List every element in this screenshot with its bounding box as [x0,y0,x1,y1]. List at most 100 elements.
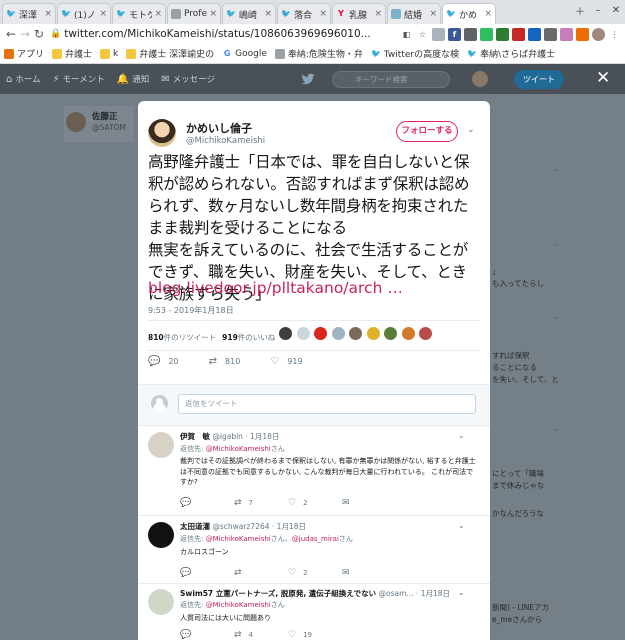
retweet-action[interactable]: ⇄ 4 [234,630,288,640]
browser-tab[interactable]: 🐦 (1)ノ × [57,3,111,24]
chevron-down-icon[interactable]: ⌄ [458,588,465,597]
chevron-down-icon[interactable]: ⌄ [467,125,475,135]
bookmark-item[interactable]: G Google [222,49,267,59]
forward-icon[interactable]: → [18,27,32,41]
browser-tab[interactable]: 🐦 嶋崎 × [222,3,276,24]
like-action[interactable]: ♡ 19 [288,630,342,640]
extension-icon[interactable] [576,27,589,41]
avatar[interactable] [148,432,174,458]
bookmark-item[interactable]: アプリ [4,47,44,60]
bookmark-item[interactable]: 🐦 奉納\さらば弁護士 [467,47,555,61]
bookmark-item[interactable]: 弁護士 [52,47,92,60]
reply-tweet[interactable]: Swim57 立憲パートナーズ, 脱原発, 遺伝子組換えでない @osam...… [138,584,490,640]
avatar[interactable] [148,522,174,548]
close-window-icon[interactable]: ✕ [608,2,624,18]
tweet-timestamp[interactable]: 9:53 - 2019年1月18日 [148,305,234,316]
bookmark-item[interactable]: k [100,48,118,59]
avatar[interactable] [418,326,433,341]
close-tab-icon[interactable]: × [264,9,272,19]
dm-action[interactable]: ✉ [342,498,396,508]
tweet-link[interactable]: blog.livedoor.jp/plltakano/arch … [148,279,403,297]
reply-action[interactable]: 💬 [180,630,234,640]
reply-action[interactable]: 💬 [180,498,234,508]
avatar[interactable] [348,326,363,341]
evernote-icon[interactable] [480,27,493,41]
close-tab-icon[interactable]: × [484,9,492,19]
close-tab-icon[interactable]: × [44,9,52,19]
avatar[interactable] [148,589,174,615]
nav-moments[interactable]: ⚡ モーメント [53,73,105,86]
reply-action[interactable]: 💬 20 [148,356,179,367]
facebook-icon[interactable]: f [448,27,461,41]
reload-icon[interactable]: ↻ [32,27,46,41]
reply-author[interactable]: 太田道灌 @schwarz7264 · 1月18日 [180,521,306,532]
extension-icon[interactable] [512,27,525,41]
close-tab-icon[interactable]: × [154,9,162,19]
avatar[interactable] [472,71,488,87]
chevron-down-icon[interactable]: ⌄ [458,521,465,530]
chevron-down-icon[interactable]: ⌄ [458,431,465,440]
like-action[interactable]: ♡ 919 [270,356,302,367]
nav-messages[interactable]: ✉ メッセージ [161,73,215,86]
reply-author[interactable]: Swim57 立憲パートナーズ, 脱原発, 遺伝子組換えでない @osam...… [180,588,452,599]
menu-icon[interactable]: ⋮ [608,28,621,41]
zoom-icon[interactable]: ◧ [400,28,413,41]
close-modal-icon[interactable]: ✕ [596,70,610,87]
mention-link[interactable]: @judas_mirai [292,535,339,543]
username[interactable]: @MichikoKameishi [186,136,265,146]
retweet-action[interactable]: ⇄ 810 [209,356,241,367]
bookmark-item[interactable]: 🐦 Twitterの高度な検 [371,47,459,61]
extension-icon[interactable] [528,27,541,41]
reply-tweet[interactable]: 伊賀 敏 @igabin · 1月18日 ⌄ 返信先: @MichikoKame… [138,426,490,516]
browser-tab[interactable]: 🐦モトケ× [112,3,166,24]
avatar[interactable] [313,326,328,341]
follow-button[interactable]: フォローする [396,121,458,142]
new-tab-icon[interactable]: ＋ [572,2,588,18]
extension-icon[interactable] [432,27,445,41]
minimize-icon[interactable]: – [590,2,606,18]
avatar[interactable] [330,326,346,341]
avatar[interactable] [295,326,311,341]
close-tab-icon[interactable]: × [429,9,437,19]
browser-tab[interactable]: 🐦 深澤 × [2,3,56,24]
mention-link[interactable]: @MichikoKameishi [206,445,271,453]
avatar[interactable] [365,326,381,341]
tweet-button[interactable]: ツイート [514,70,564,89]
display-name[interactable]: かめいし倫子 [186,120,252,136]
nav-home[interactable]: ⌂ ホーム [6,73,41,86]
reply-tweet[interactable]: 太田道灌 @schwarz7264 · 1月18日 ⌄ 返信先: @Michik… [138,516,490,584]
back-icon[interactable]: ← [4,27,18,41]
avatar[interactable] [278,326,293,341]
star-icon[interactable]: ☆ [416,28,429,41]
close-tab-icon[interactable]: × [209,9,217,19]
extension-icon[interactable] [496,27,509,41]
mention-link[interactable]: @MichikoKameishi [206,601,271,609]
browser-tab[interactable]: 🐦 落合 × [277,3,331,24]
browser-tab-active[interactable]: 🐦 かめ × [442,3,496,24]
twitter-logo-icon[interactable] [301,72,315,86]
avatar[interactable] [383,326,398,341]
avatar[interactable] [400,326,416,341]
reply-action[interactable]: 💬 [180,568,234,578]
like-action[interactable]: ♡ 2 [288,568,342,578]
dm-action[interactable]: ✉ [342,568,396,578]
like-action[interactable]: ♡ 2 [288,498,342,508]
avatar[interactable] [148,119,176,147]
close-tab-icon[interactable]: × [374,9,382,19]
browser-tab[interactable]: 結婚 × [387,3,441,24]
nav-notifications[interactable]: 🔔 通知 [117,73,149,86]
extension-icon[interactable] [560,27,573,41]
bookmark-item[interactable]: 奉納:危険生物・弁 [274,47,363,60]
search-input[interactable]: キーワード検索 [332,71,450,88]
retweet-stat[interactable]: 810件のリツイート [148,332,216,343]
lock-icon[interactable]: 🔒 [50,29,61,39]
extension-icon[interactable] [464,27,477,41]
reply-author[interactable]: 伊賀 敏 @igabin · 1月18日 [180,431,279,442]
profile-avatar-icon[interactable] [592,27,605,41]
mention-link[interactable]: @MichikoKameishi [206,535,271,543]
browser-tab[interactable]: Y 乳腺 × [332,3,386,24]
close-tab-icon[interactable]: × [99,9,107,19]
retweet-action[interactable]: ⇄ 7 [234,498,288,508]
likes-stat[interactable]: 919件のいいね [222,332,275,343]
extension-icon[interactable] [544,27,557,41]
